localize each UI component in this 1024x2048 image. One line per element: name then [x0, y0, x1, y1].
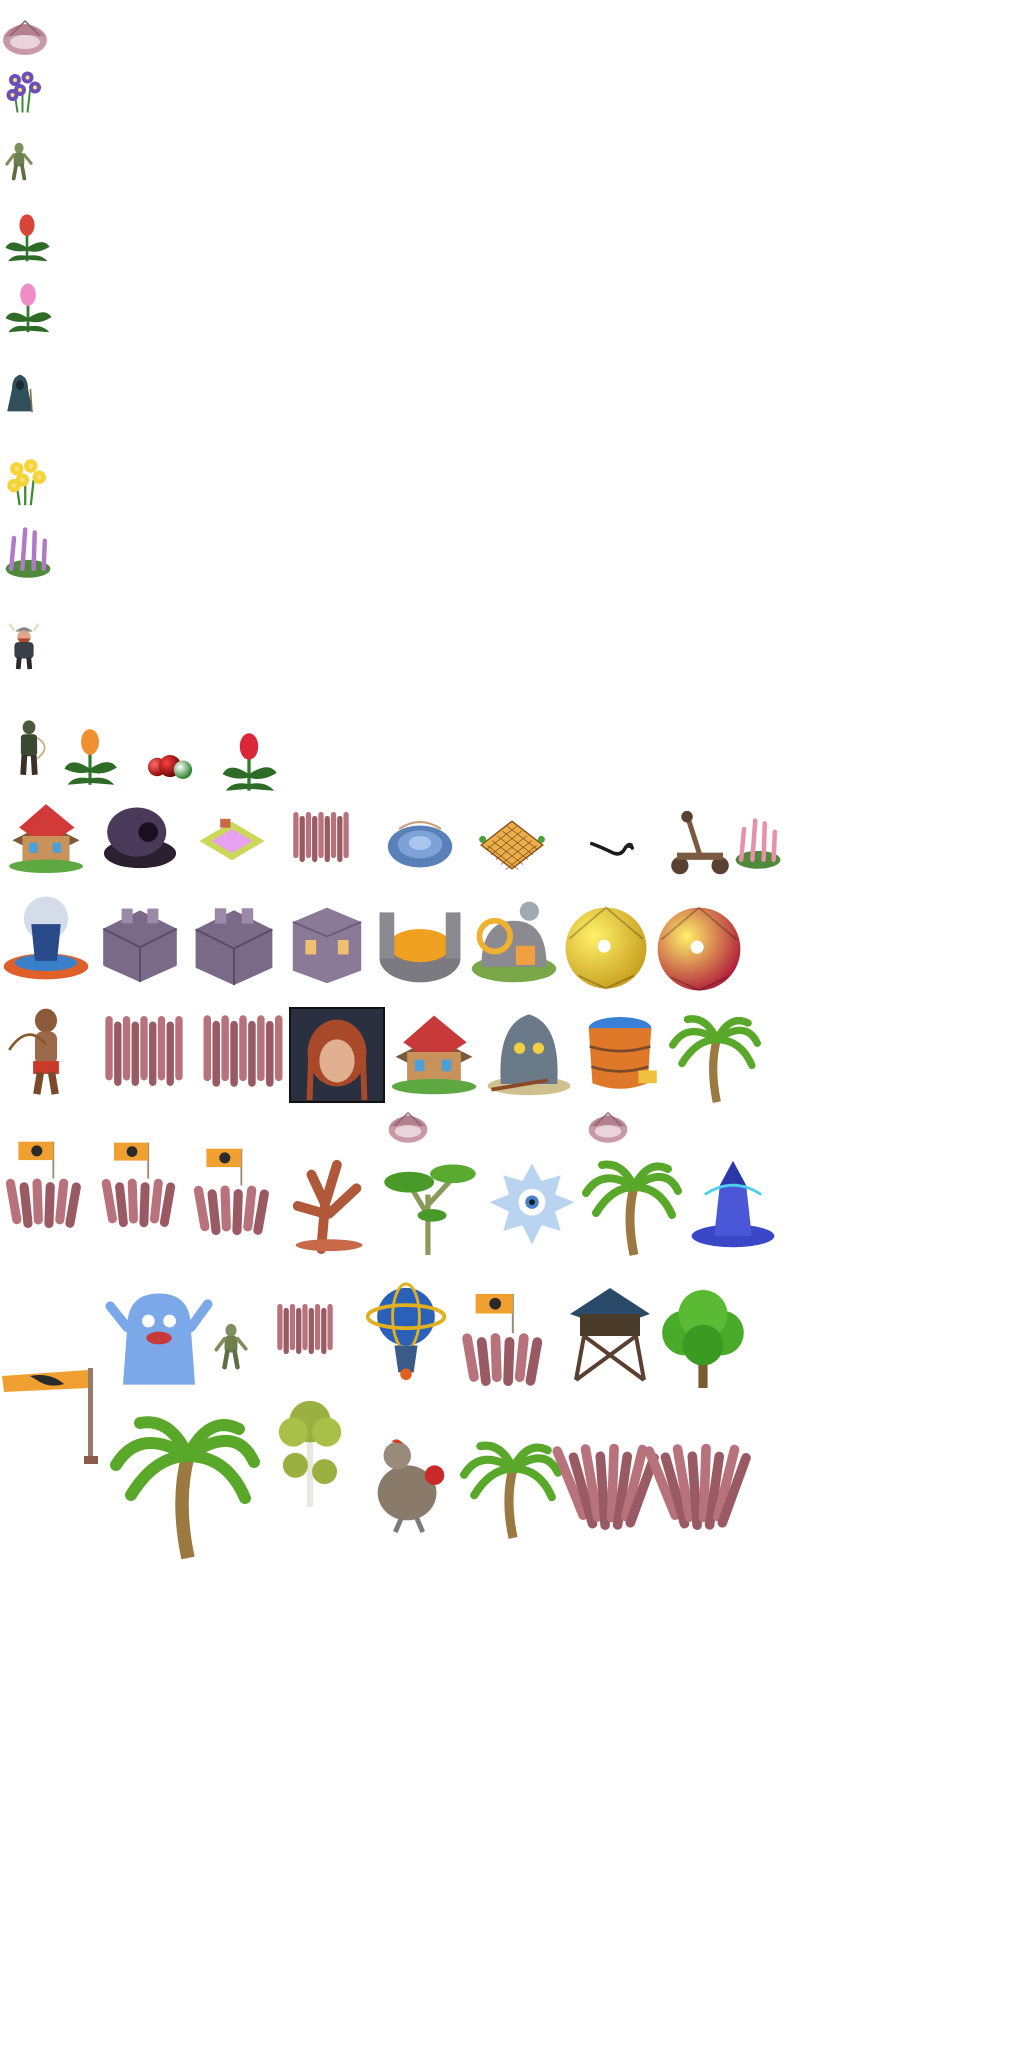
flag-barricade-4-icon: [456, 1266, 554, 1412]
red-gem-ball-icon: [652, 902, 746, 996]
leafy-tree-icon: [652, 1278, 754, 1400]
dragon-flag-pole-icon: [0, 1266, 100, 1566]
watchtower-icon: [560, 1270, 660, 1398]
monkey-archer-icon: [0, 996, 92, 1104]
spooky-tree-icon: [282, 1144, 380, 1264]
viking-warrior-icon: [0, 590, 48, 702]
birch-tree-icon: [258, 1346, 362, 1568]
stone-wall-block-2-icon: [186, 884, 282, 994]
blue-jelly-ghost-icon: [105, 1270, 213, 1406]
red-bromeliad-icon: [216, 728, 282, 794]
acacia-tree-icon: [378, 1144, 482, 1266]
wooden-spike-wall-2-icon: [644, 1400, 751, 1568]
purple-flowers-icon: [0, 62, 50, 118]
tiled-plaza-icon: [466, 810, 558, 880]
palm-tree-medium-icon: [582, 1150, 682, 1264]
flag-barricade-2-icon: [96, 1104, 186, 1264]
clam-shell-3-icon: [580, 1104, 636, 1148]
heather-plant-icon: [0, 516, 56, 588]
palm-tree-small-icon: [666, 1012, 764, 1104]
archer-soldier-icon: [0, 702, 58, 792]
orbit-globe-machine-icon: [358, 1266, 454, 1398]
hooded-figure-icon: [0, 342, 40, 444]
pink-heather-bush-icon: [730, 808, 786, 878]
wooden-spike-fence-1-icon: [98, 998, 190, 1104]
black-serpent-icon: [560, 826, 664, 870]
robot-chicken-icon: [362, 1402, 460, 1568]
palm-tree-large-icon: [110, 1404, 260, 1568]
blue-potion-fountain-icon: [0, 878, 92, 996]
wooden-wall-segment-icon: [282, 804, 360, 870]
stone-tower-icon: [282, 884, 372, 996]
gold-gem-ball-icon: [560, 902, 652, 994]
pink-lily-plant-icon: [0, 274, 56, 340]
red-roof-house-icon: [0, 794, 92, 878]
eye-spirit-icon: [484, 1150, 580, 1262]
blue-brick-house-icon: [386, 1004, 482, 1100]
zombie-walker-icon: [208, 1290, 254, 1402]
red-green-orbs-icon: [124, 744, 216, 790]
pink-tile-pad-icon: [186, 804, 278, 878]
braided-hair-portrait-icon: [288, 1006, 386, 1104]
blue-circular-platform-icon: [372, 808, 468, 878]
zombie-small-icon: [0, 118, 38, 204]
flag-barricade-3-icon: [188, 1118, 280, 1264]
palm-tree-tall-icon: [460, 1410, 562, 1568]
gold-vault-icon: [374, 884, 466, 996]
wizard-tower-icon: [686, 1142, 780, 1266]
dark-cannon-bunker-icon: [94, 796, 186, 878]
stone-wall-block-1-icon: [94, 882, 186, 994]
clam-shell-2-icon: [380, 1104, 436, 1148]
daffodils-icon: [0, 444, 56, 516]
catapult-icon: [664, 808, 736, 880]
flag-barricade-1-icon: [0, 1104, 92, 1264]
barrel-pool-icon: [574, 1004, 666, 1100]
skull-mine-cave-icon: [482, 1004, 576, 1100]
clam-shell-icon: [0, 10, 50, 62]
wooden-spike-wall-1-icon: [552, 1400, 659, 1568]
workshop-icon: [466, 884, 562, 996]
wooden-spike-fence-2-icon: [196, 998, 290, 1104]
red-flower-plant-icon: [0, 204, 54, 270]
sprite-atlas: [0, 0, 1024, 2048]
orange-bromeliad-icon: [58, 718, 122, 794]
